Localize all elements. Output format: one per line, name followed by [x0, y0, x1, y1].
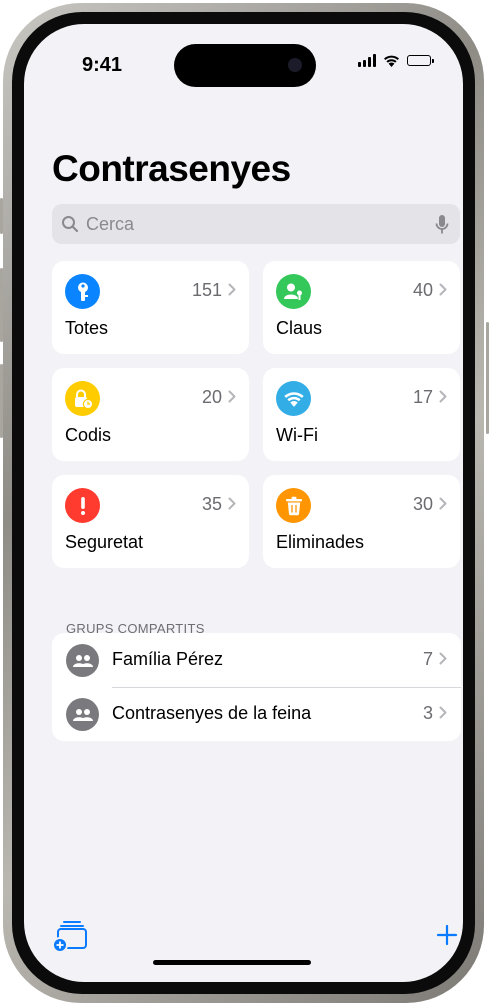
search-input[interactable] — [86, 210, 426, 238]
page-title: Contrasenyes — [52, 148, 291, 189]
category-card-totes[interactable]: 151 Totes — [52, 261, 249, 354]
shared-groups-list: Família Pérez 7 Contrasenyes de la feina… — [52, 633, 461, 741]
device-bezel: 9:41 Contrasenyes Cerca 151 Totes 40 Cla… — [12, 12, 475, 994]
group-name: Família Pérez — [112, 649, 224, 669]
category-card-eliminades[interactable]: 30 Eliminades — [263, 475, 460, 568]
category-label: Wi-Fi — [276, 425, 318, 445]
category-count: 17 — [412, 387, 433, 407]
category-count: 35 — [201, 494, 222, 514]
chevron-right-icon — [228, 497, 236, 510]
wifi-status-icon — [384, 55, 399, 67]
category-count: 40 — [412, 280, 433, 300]
people-icon — [66, 698, 99, 731]
category-label: Codis — [65, 425, 112, 445]
group-count: 7 — [422, 649, 433, 669]
person-key-icon — [276, 274, 311, 309]
category-card-claus[interactable]: 40 Claus — [263, 261, 460, 354]
trash-icon — [276, 488, 311, 523]
status-time: 9:41 — [82, 54, 123, 76]
key-icon — [65, 274, 100, 309]
category-label: Claus — [276, 318, 323, 338]
chevron-right-icon — [439, 497, 447, 510]
home-indicator[interactable] — [153, 960, 311, 965]
lock-clock-icon — [65, 381, 100, 416]
group-name: Contrasenyes de la feina — [112, 703, 312, 723]
chevron-right-icon — [439, 652, 447, 665]
category-card-codis[interactable]: 20 Codis — [52, 368, 249, 461]
category-label: Totes — [65, 318, 109, 338]
chevron-right-icon — [228, 283, 236, 296]
category-label: Eliminades — [276, 532, 365, 552]
microphone-icon[interactable] — [435, 214, 449, 235]
category-count: 20 — [201, 387, 222, 407]
category-card-wifi[interactable]: 17 Wi-Fi — [263, 368, 460, 461]
wifi-icon — [276, 381, 311, 416]
cellular-signal-icon — [358, 54, 376, 67]
exclamation-icon — [65, 488, 100, 523]
category-count: 30 — [412, 494, 433, 514]
chevron-right-icon — [439, 390, 447, 403]
group-count: 3 — [422, 703, 433, 723]
camera-icon — [288, 58, 302, 72]
status-icons — [358, 54, 434, 67]
search-bar[interactable] — [52, 204, 460, 244]
category-label: Seguretat — [65, 532, 144, 552]
plus-icon[interactable] — [436, 924, 458, 946]
search-icon — [62, 216, 79, 233]
chevron-right-icon — [439, 283, 447, 296]
screen: 9:41 Contrasenyes Cerca 151 Totes 40 Cla… — [24, 24, 463, 982]
list-item[interactable]: Família Pérez 7 — [52, 633, 461, 688]
battery-icon — [407, 55, 434, 66]
device-frame: 9:41 Contrasenyes Cerca 151 Totes 40 Cla… — [3, 3, 484, 1003]
chevron-right-icon — [439, 706, 447, 719]
dynamic-island — [174, 44, 316, 87]
chevron-right-icon — [228, 390, 236, 403]
people-icon — [66, 644, 99, 677]
category-count: 151 — [191, 280, 222, 300]
category-card-seguretat[interactable]: 35 Seguretat — [52, 475, 249, 568]
list-item[interactable]: Contrasenyes de la feina 3 — [52, 687, 461, 741]
new-group-icon[interactable] — [52, 919, 88, 953]
